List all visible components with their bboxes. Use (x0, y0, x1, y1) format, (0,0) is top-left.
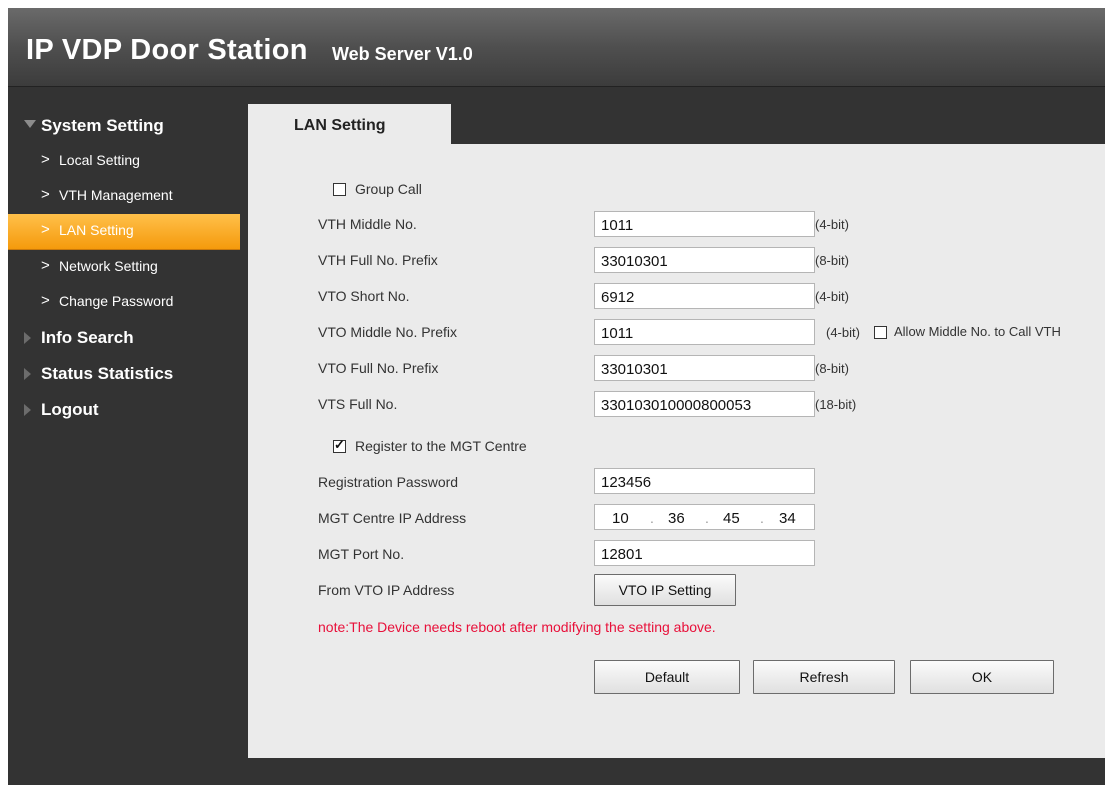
register-mgt-label: Register to the MGT Centre (355, 438, 527, 454)
reg-password-label: Registration Password (318, 474, 459, 490)
vth-middle-no-hint: (4-bit) (815, 217, 849, 232)
sidebar-item-label: VTH Management (59, 187, 173, 203)
app-window: IP VDP Door Station Web Server V1.0 Syst… (8, 8, 1105, 785)
header-bar: IP VDP Door Station Web Server V1.0 (8, 8, 1105, 87)
sidebar-item-local-setting[interactable]: > Local Setting (8, 144, 248, 179)
allow-middle-no-checkbox[interactable] (874, 326, 887, 339)
menu-group-label: Info Search (41, 328, 134, 347)
vto-ip-setting-button[interactable]: VTO IP Setting (594, 574, 736, 606)
triangle-right-icon (24, 368, 31, 380)
app-subtitle: Web Server V1.0 (332, 44, 473, 64)
vth-middle-no-label: VTH Middle No. (318, 216, 417, 232)
vto-full-prefix-hint: (8-bit) (815, 361, 849, 376)
sidebar-item-lan-setting[interactable]: > LAN Setting (8, 214, 240, 250)
vth-full-prefix-label: VTH Full No. Prefix (318, 252, 438, 268)
refresh-button[interactable]: Refresh (753, 660, 895, 694)
menu-group-status-statistics[interactable]: Status Statistics (8, 356, 248, 392)
vth-full-prefix-hint: (8-bit) (815, 253, 849, 268)
tab-label: LAN Setting (294, 117, 386, 134)
vto-ip-label: From VTO IP Address (318, 582, 455, 598)
sidebar-item-network-setting[interactable]: > Network Setting (8, 250, 248, 285)
menu-group-system-setting[interactable]: System Setting (8, 108, 248, 144)
chevron-right-icon: > (41, 151, 50, 168)
sidebar-item-label: Change Password (59, 293, 174, 309)
default-button[interactable]: Default (594, 660, 740, 694)
sidebar-item-change-password[interactable]: > Change Password (8, 285, 248, 320)
vts-full-no-input[interactable]: 330103010000800053 (594, 391, 815, 417)
vth-middle-no-input[interactable]: 1011 (594, 211, 815, 237)
vts-full-no-label: VTS Full No. (318, 396, 398, 412)
menu-group-label: System Setting (41, 116, 164, 135)
chevron-right-icon: > (41, 292, 50, 309)
chevron-right-icon: > (41, 221, 50, 238)
triangle-down-icon (24, 120, 36, 128)
sidebar-item-label: LAN Setting (59, 222, 134, 238)
vto-middle-prefix-input[interactable]: 1011 (594, 319, 815, 345)
mgt-ip-label: MGT Centre IP Address (318, 510, 467, 526)
triangle-right-icon (24, 404, 31, 416)
tab-lan-setting[interactable]: LAN Setting (248, 104, 451, 144)
chevron-right-icon: > (41, 186, 50, 203)
menu-group-label: Logout (41, 400, 99, 419)
ip-octet-3: 45 (723, 510, 740, 527)
vts-full-no-hint: (18-bit) (815, 397, 857, 412)
vto-short-no-input[interactable]: 6912 (594, 283, 815, 309)
ip-octet-4: 34 (779, 510, 796, 527)
ip-separator: . (650, 510, 654, 526)
app-title: IP VDP Door Station (26, 34, 308, 66)
ip-octet-1: 10 (612, 510, 629, 527)
sidebar-item-label: Network Setting (59, 258, 158, 274)
register-mgt-checkbox[interactable] (333, 437, 346, 453)
menu-group-logout[interactable]: Logout (8, 392, 248, 428)
group-call-label: Group Call (355, 181, 422, 197)
vto-middle-prefix-hint: (4-bit) (826, 325, 860, 340)
mgt-ip-input[interactable]: 10 . 36 . 45 . 34 (594, 504, 815, 530)
menu-group-label: Status Statistics (41, 364, 174, 383)
ip-separator: . (705, 510, 709, 526)
group-call-checkbox[interactable] (333, 183, 346, 196)
content-panel: LAN Setting Group Call VTH Middle No. 10… (248, 104, 1105, 758)
tab-bar: LAN Setting (248, 104, 1105, 144)
mgt-port-label: MGT Port No. (318, 546, 405, 562)
chevron-right-icon: > (41, 257, 50, 274)
vto-full-prefix-input[interactable]: 33010301 (594, 355, 815, 381)
ip-separator: . (760, 510, 764, 526)
reg-password-input[interactable]: 123456 (594, 468, 815, 494)
vth-full-prefix-input[interactable]: 33010301 (594, 247, 815, 273)
vto-middle-prefix-label: VTO Middle No. Prefix (318, 324, 458, 340)
menu-group-info-search[interactable]: Info Search (8, 320, 248, 356)
allow-middle-no-label: Allow Middle No. to Call VTH (894, 324, 1061, 339)
sidebar-item-label: Local Setting (59, 152, 140, 168)
vto-full-prefix-label: VTO Full No. Prefix (318, 360, 439, 376)
sidebar: System Setting > Local Setting > VTH Man… (8, 108, 248, 428)
ip-octet-2: 36 (668, 510, 685, 527)
vto-short-no-label: VTO Short No. (318, 288, 410, 304)
reboot-note: note:The Device needs reboot after modif… (318, 619, 716, 635)
mgt-port-input[interactable]: 12801 (594, 540, 815, 566)
vto-short-no-hint: (4-bit) (815, 289, 849, 304)
triangle-right-icon (24, 332, 31, 344)
ok-button[interactable]: OK (910, 660, 1054, 694)
sidebar-item-vth-management[interactable]: > VTH Management (8, 179, 248, 214)
